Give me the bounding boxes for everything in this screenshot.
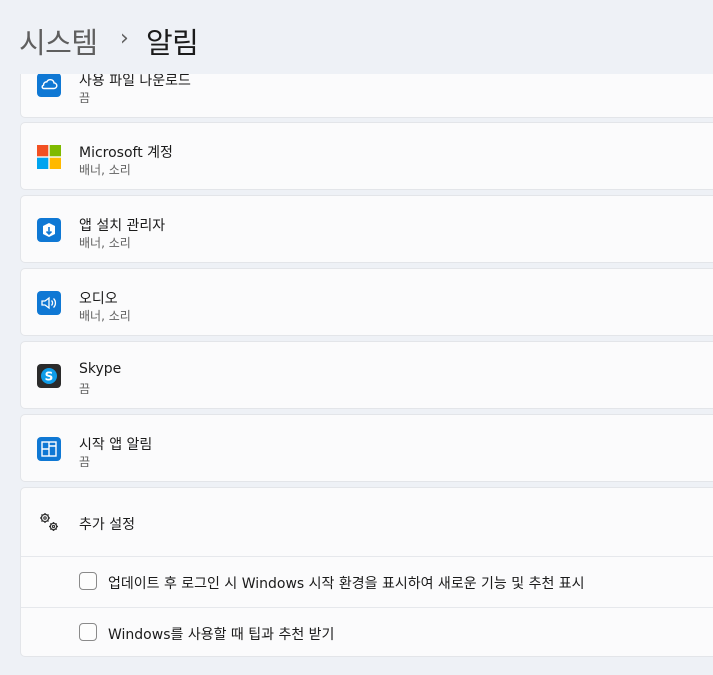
- app-notification-status: 끔: [79, 382, 91, 396]
- additional-settings-group: 추가 설정 업데이트 후 로그인 시 Windows 시작 환경을 표시하여 새…: [20, 487, 713, 657]
- app-notification-item-skype[interactable]: S Skype 끔: [20, 341, 713, 409]
- app-title: Skype: [79, 361, 122, 377]
- svg-text:S: S: [45, 370, 54, 384]
- startup-apps-icon: [37, 437, 61, 461]
- app-title: 시작 앱 알림: [79, 437, 153, 453]
- gears-icon: [37, 510, 61, 534]
- page-header: 시스템 › 알림: [0, 0, 713, 74]
- skype-icon: S: [37, 364, 61, 388]
- app-notification-status: 끔: [79, 91, 91, 105]
- speaker-icon: [37, 291, 61, 315]
- tips-suggestions-option[interactable]: Windows를 사용할 때 팁과 추천 받기: [21, 608, 713, 658]
- breadcrumb-parent[interactable]: 시스템: [19, 20, 98, 62]
- app-notification-item-app-installer[interactable]: 앱 설치 관리자 배너, 소리: [20, 195, 713, 263]
- additional-settings-header[interactable]: 추가 설정: [21, 488, 713, 556]
- page-title: 알림: [146, 26, 199, 60]
- app-notification-item-audio[interactable]: 오디오 배너, 소리: [20, 268, 713, 336]
- app-title: 앱 설치 관리자: [79, 218, 166, 234]
- app-notification-status: 배너, 소리: [79, 163, 131, 177]
- app-notification-status: 끔: [79, 455, 91, 469]
- tips-suggestions-checkbox[interactable]: [79, 623, 97, 641]
- app-notification-item-microsoft-account[interactable]: Microsoft 계정 배너, 소리: [20, 122, 713, 190]
- breadcrumb-separator: ›: [120, 26, 129, 51]
- checkbox-label: Windows를 사용할 때 팁과 추천 받기: [108, 627, 335, 643]
- app-notification-status: 배너, 소리: [79, 236, 131, 250]
- welcome-experience-checkbox[interactable]: [79, 572, 97, 590]
- welcome-experience-option[interactable]: 업데이트 후 로그인 시 Windows 시작 환경을 표시하여 새로운 기능 …: [21, 557, 713, 607]
- app-notification-item-startup-apps[interactable]: 시작 앱 알림 끔: [20, 414, 713, 482]
- app-installer-icon: [37, 218, 61, 242]
- onedrive-cloud-icon: [37, 73, 61, 97]
- app-title: 오디오: [79, 291, 118, 307]
- app-title: Microsoft 계정: [79, 145, 173, 161]
- app-notification-status: 배너, 소리: [79, 309, 131, 323]
- checkbox-label: 업데이트 후 로그인 시 Windows 시작 환경을 표시하여 새로운 기능 …: [108, 576, 585, 592]
- settings-content: 사용 파일 나운로드 끔 Microsoft 계정 배너, 소리 앱 설치 관리…: [0, 0, 713, 675]
- microsoft-logo-icon: [37, 145, 61, 169]
- additional-settings-title: 추가 설정: [79, 517, 135, 533]
